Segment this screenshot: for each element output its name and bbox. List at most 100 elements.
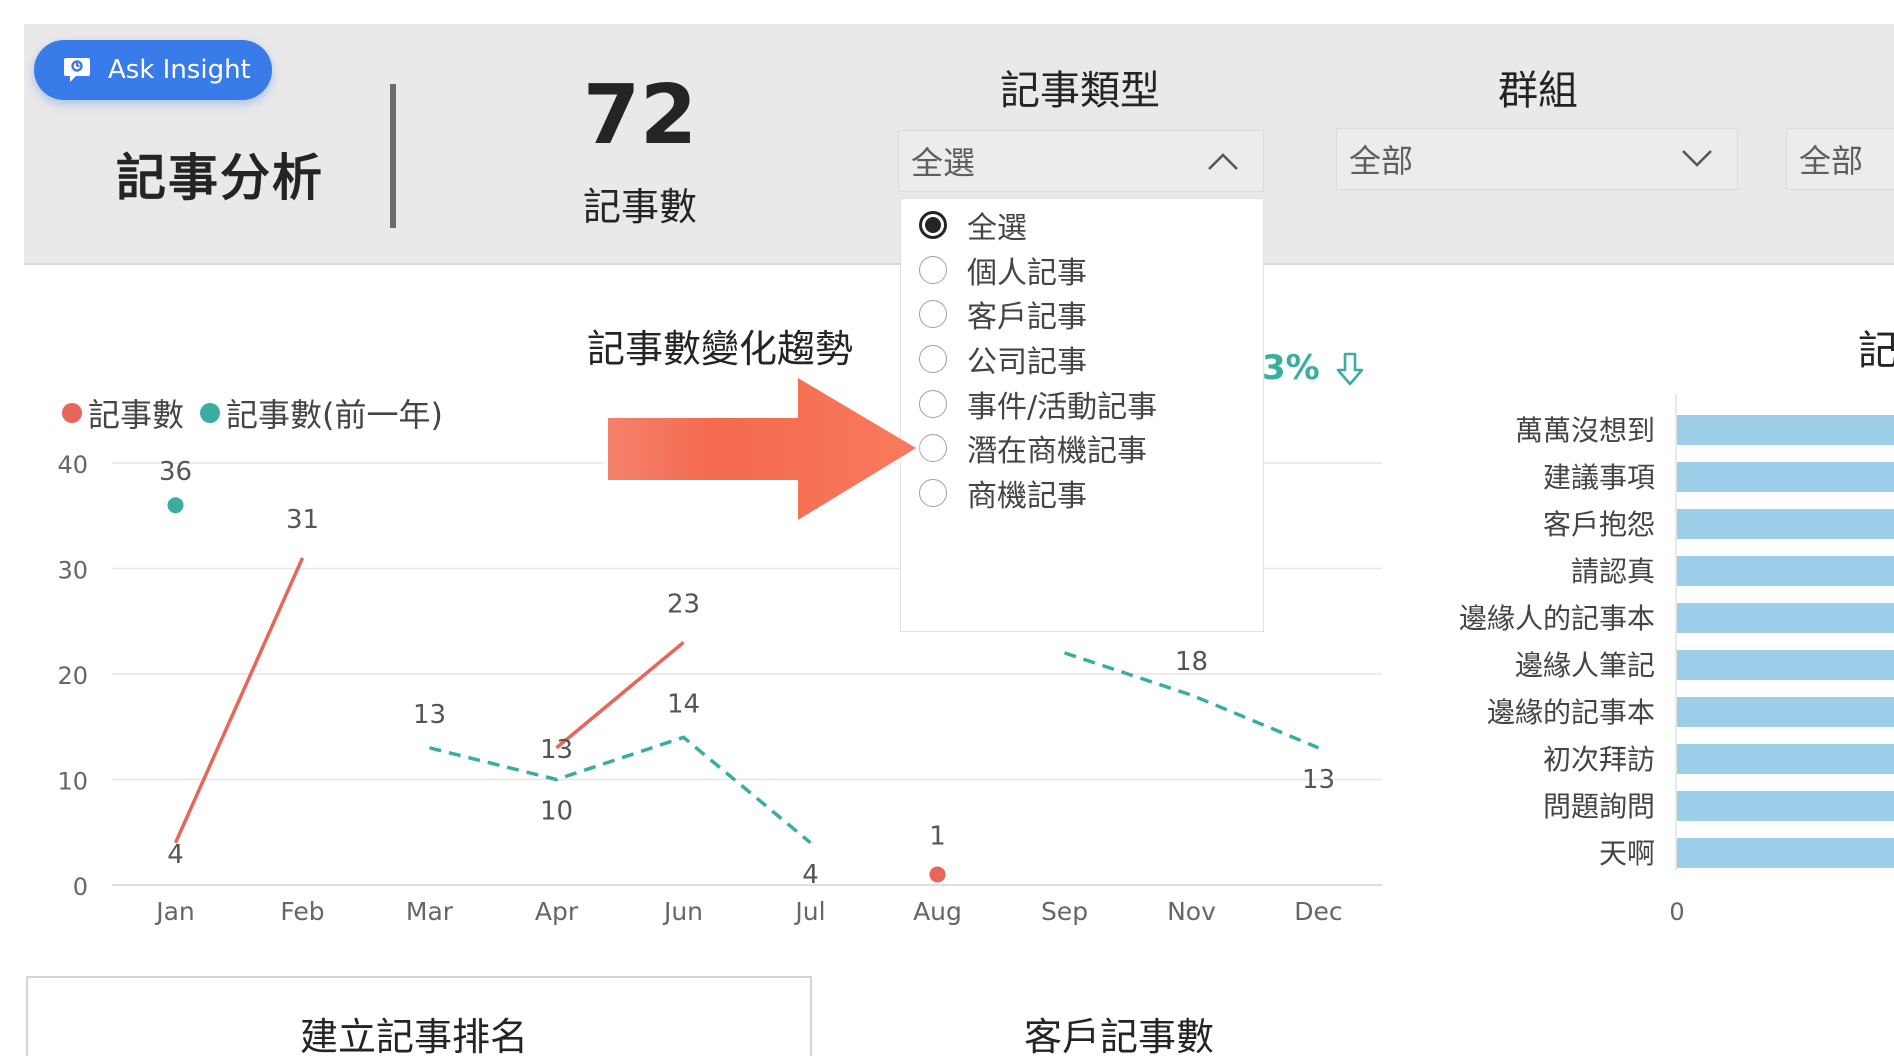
- data-label: 4: [167, 840, 184, 870]
- data-label: 13: [1302, 765, 1335, 795]
- y-axis-ticks: 0 10 20 30 40: [57, 451, 88, 901]
- bar: [1677, 603, 1894, 633]
- slicer-option-label: 潛在商機記事: [967, 434, 1147, 470]
- ask-insight-button[interactable]: Ask Insight: [34, 40, 272, 100]
- bar: [1677, 791, 1894, 821]
- y-tick-label: 0: [73, 873, 88, 901]
- y-tick-label: 30: [57, 557, 88, 585]
- bar-category-label: 天啊: [1599, 837, 1655, 870]
- bar-category-label: 問題詢問: [1543, 790, 1655, 823]
- slicer-value: 全選: [911, 144, 976, 182]
- series-point: [167, 497, 184, 514]
- x-axis-ticks: Jan Feb Mar Apr Jun Jul Aug Sep Nov Dec: [154, 897, 1342, 926]
- data-label: 1: [929, 821, 946, 851]
- slicer-option-label: 個人記事: [967, 255, 1087, 291]
- slicer-option[interactable]: 公司記事: [901, 337, 1263, 382]
- x-tick-label: Jun: [662, 897, 703, 926]
- x-tick-label: Apr: [535, 897, 579, 926]
- trend-percent: 3%: [1262, 348, 1320, 388]
- legend-dot-previous: [200, 403, 221, 423]
- bar: [1677, 462, 1894, 492]
- slicer-option[interactable]: 全選: [901, 203, 1263, 248]
- data-label: 18: [1175, 647, 1208, 677]
- bar-category-label: 初次拜訪: [1543, 743, 1655, 776]
- slicer-option[interactable]: 商機記事: [901, 471, 1263, 516]
- bar-category-label: 邊緣人的記事本: [1459, 602, 1655, 635]
- slicer-option[interactable]: 客戶記事: [901, 292, 1263, 337]
- bar: [1677, 650, 1894, 680]
- slicer-option-label: 商機記事: [967, 478, 1087, 514]
- chevron-up-icon: [1208, 153, 1238, 170]
- slicer-title-group: 群組: [1498, 68, 1578, 114]
- slicer-option-label: 全選: [967, 211, 1027, 247]
- bar: [1677, 509, 1894, 539]
- radio-checked-icon[interactable]: [919, 211, 947, 240]
- y-tick-label: 10: [57, 768, 88, 796]
- bar-chart-title: 記: [1858, 328, 1894, 374]
- chart-title: 記事數變化趨勢: [586, 327, 853, 371]
- data-label: 10: [540, 797, 573, 827]
- bar: [1677, 744, 1894, 774]
- bar-category-label: 萬萬沒想到: [1515, 414, 1655, 447]
- legend-dot-current: [62, 403, 82, 423]
- slicer-value: 全部: [1799, 142, 1864, 180]
- x-tick-label: Feb: [280, 897, 324, 926]
- slicer-option[interactable]: 個人記事: [901, 248, 1263, 293]
- radio-unchecked-icon[interactable]: [919, 300, 947, 329]
- x-tick-label: Aug: [913, 897, 962, 926]
- series-line-current: [173, 557, 305, 844]
- slicer-value: 全部: [1349, 142, 1414, 180]
- series-line-previous: [429, 735, 812, 845]
- bar-category-label: 請認真: [1571, 555, 1655, 588]
- arrow-right-annotation-icon: [604, 372, 922, 526]
- slicer-option-label: 事件/活動記事: [967, 389, 1158, 425]
- radio-unchecked-icon[interactable]: [919, 255, 947, 284]
- data-label: 4: [802, 860, 819, 890]
- customer-notes-title: 客戶記事數: [1024, 1015, 1215, 1059]
- data-label: 14: [667, 689, 700, 719]
- slicer-dropdown-note-type[interactable]: 全選: [898, 130, 1264, 192]
- horizontal-bar-chart: 萬萬沒想到建議事項客戶抱怨請認真邊緣人的記事本邊緣人筆記邊緣的記事本初次拜訪問題…: [1459, 394, 1894, 926]
- bar-category-label: 建議事項: [1543, 461, 1655, 494]
- slicer-dropdown-group[interactable]: 全部: [1336, 128, 1738, 190]
- x-tick-label: Jul: [793, 897, 825, 926]
- slicer-option-label: 公司記事: [967, 345, 1087, 381]
- slicer-option[interactable]: 事件/活動記事: [901, 381, 1263, 426]
- bar-category-label: 客戶抱怨: [1543, 508, 1655, 541]
- bar: [1677, 838, 1894, 868]
- data-label: 31: [286, 505, 319, 535]
- data-label: 13: [540, 735, 573, 765]
- chevron-down-icon: [1682, 150, 1712, 167]
- bar: [1677, 415, 1894, 445]
- bar-category-label: 邊緣人筆記: [1515, 649, 1655, 682]
- series-point: [929, 866, 946, 883]
- bar-category-label: 邊緣的記事本: [1487, 696, 1655, 729]
- slicer-option[interactable]: 潛在商機記事: [901, 426, 1263, 471]
- x-tick-label: Nov: [1167, 897, 1216, 926]
- arrow-down-icon: [1336, 352, 1364, 386]
- ranking-title: 建立記事排名: [300, 1015, 529, 1059]
- x-tick-label: Jan: [154, 897, 195, 926]
- slicer-title-note-type: 記事類型: [1000, 68, 1160, 114]
- x-tick-label: 0: [1669, 898, 1684, 926]
- header-divider: [390, 84, 396, 228]
- kpi-label: 記事數: [582, 185, 697, 229]
- data-label: 13: [413, 700, 446, 730]
- slicer-dropdown-third[interactable]: 全部: [1786, 128, 1894, 190]
- series-line-current: [555, 641, 685, 750]
- bar: [1677, 697, 1894, 727]
- chat-bubble-icon: [64, 58, 90, 82]
- ask-insight-label: Ask Insight: [108, 55, 251, 85]
- page-title: 記事分析: [116, 149, 324, 207]
- slicer-dropdown-panel: 全選個人記事客戶記事公司記事事件/活動記事 潛在商機記事 商機記事: [900, 198, 1264, 632]
- trend-percent-value: 3%: [1262, 348, 1320, 388]
- slicer-option-label: 客戶記事: [967, 300, 1087, 336]
- bar: [1677, 556, 1894, 586]
- y-tick-label: 20: [57, 662, 88, 690]
- data-label: 36: [159, 457, 192, 487]
- x-tick-label: Dec: [1294, 897, 1342, 926]
- x-tick-label: Mar: [406, 897, 454, 926]
- y-tick-label: 40: [57, 451, 88, 479]
- data-label: 23: [667, 589, 700, 619]
- x-tick-label: Sep: [1041, 897, 1088, 926]
